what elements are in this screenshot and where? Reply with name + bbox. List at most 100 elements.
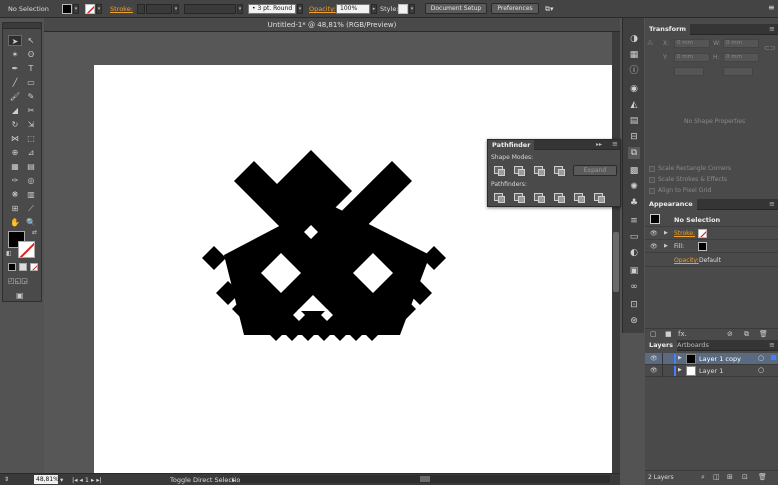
transform-panel-icon[interactable]: ⊟ bbox=[628, 131, 640, 143]
pathfinder-tab[interactable]: Pathfinder bbox=[488, 140, 535, 150]
left-ear-diamond[interactable] bbox=[202, 246, 226, 270]
rotate-tool-icon[interactable]: ↻ bbox=[8, 119, 22, 130]
screen-mode-icon[interactable]: ▣ bbox=[16, 291, 24, 300]
variable-width-dropdown[interactable]: ▾ bbox=[237, 4, 243, 14]
appearance-stroke-row[interactable]: 👁 ▶ Stroke: bbox=[645, 227, 778, 240]
swatches-panel-icon[interactable]: ▩ bbox=[628, 165, 640, 177]
arrange-documents-icon[interactable]: ⧉▾ bbox=[545, 5, 554, 14]
zoom-dropdown-icon[interactable]: ▾ bbox=[60, 476, 63, 484]
appearance-fill-swatch[interactable] bbox=[698, 242, 707, 251]
width-tool-icon[interactable]: ⋈ bbox=[8, 133, 22, 144]
scale-corners-checkbox[interactable] bbox=[649, 166, 655, 172]
none-mode-icon[interactable] bbox=[30, 263, 38, 271]
style-swatch[interactable] bbox=[398, 4, 408, 14]
x-field[interactable]: 0 mm bbox=[674, 39, 710, 48]
scale-tool-icon[interactable]: ⇲ bbox=[24, 119, 38, 130]
layer-name[interactable]: Layer 1 copy bbox=[699, 355, 741, 363]
preferences-button[interactable]: Preferences bbox=[491, 3, 539, 14]
add-effect-icon[interactable]: fx. bbox=[678, 330, 687, 338]
fill-swatch[interactable] bbox=[62, 4, 72, 14]
add-stroke-icon[interactable]: ▢ bbox=[650, 330, 657, 338]
selection-tool-icon[interactable]: ➤ bbox=[8, 35, 22, 46]
scale-strokes-checkbox[interactable] bbox=[649, 177, 655, 183]
add-fill-icon[interactable]: ■ bbox=[665, 330, 672, 338]
target-circle-icon[interactable]: ○ bbox=[758, 366, 764, 374]
transform-tab[interactable]: Transform bbox=[645, 24, 691, 35]
duplicate-item-icon[interactable]: ⧉ bbox=[744, 330, 749, 339]
color-guide-icon[interactable]: ▦ bbox=[628, 49, 640, 61]
zoom-tool-icon[interactable]: 🔍 bbox=[24, 217, 38, 228]
appearance-opacity-label[interactable]: Opacity: bbox=[674, 257, 699, 264]
graphic-styles-icon[interactable]: ◭ bbox=[628, 99, 640, 111]
pathfinder-header[interactable]: Pathfinder ▸▸ ≡ bbox=[488, 140, 620, 150]
navigator-panel-icon[interactable]: ⊛ bbox=[628, 315, 640, 327]
layer-row[interactable]: 👁 ▶ Layer 1 copy ○ bbox=[645, 353, 778, 365]
swap-fill-stroke-icon[interactable]: ⇄ bbox=[32, 229, 37, 236]
new-layer-icon[interactable]: ⊡ bbox=[742, 473, 748, 481]
appearance-menu-icon[interactable]: ≡ bbox=[769, 200, 775, 208]
stroke-weight-dropdown[interactable]: ▾ bbox=[173, 4, 179, 14]
clipping-mask-icon[interactable]: ◫ bbox=[713, 473, 720, 481]
delete-layer-icon[interactable]: 🗑 bbox=[758, 473, 767, 481]
stroke-color-box[interactable] bbox=[18, 241, 35, 258]
layers-panel-icon[interactable]: ▤ bbox=[628, 115, 640, 127]
blob-brush-tool-icon[interactable]: ◢ bbox=[8, 105, 22, 116]
appearance-stroke-swatch[interactable] bbox=[698, 229, 707, 238]
opacity-label[interactable]: Opacity: bbox=[309, 5, 336, 13]
expand-arrow-icon[interactable]: ▶ bbox=[664, 243, 668, 249]
artboards-panel-icon[interactable]: ⊡ bbox=[628, 299, 640, 311]
visibility-eye-icon[interactable]: 👁 bbox=[650, 230, 658, 237]
expand-arrow-icon[interactable]: ▶ bbox=[678, 367, 682, 373]
transform-menu-icon[interactable]: ≡ bbox=[769, 25, 775, 33]
artboard-tool-icon[interactable]: ⊞ bbox=[8, 203, 22, 214]
expand-arrow-icon[interactable]: ▶ bbox=[678, 355, 682, 361]
merge-icon[interactable] bbox=[534, 193, 545, 203]
rotate-field[interactable] bbox=[674, 67, 704, 76]
info-panel-icon[interactable]: ⓘ bbox=[628, 65, 640, 77]
drawing-mode-icon[interactable]: ◰◱◲ bbox=[8, 277, 28, 285]
stroke-dropdown[interactable]: ▾ bbox=[96, 4, 102, 14]
visibility-eye-icon[interactable]: 👁 bbox=[650, 243, 658, 250]
perspective-grid-tool-icon[interactable]: ⊿ bbox=[24, 147, 38, 158]
artboard-nav-icons[interactable]: |◂ ◂ 1 ▸ ▸| bbox=[72, 476, 102, 484]
intersect-icon[interactable] bbox=[534, 166, 545, 176]
skull-artwork[interactable] bbox=[94, 65, 612, 473]
transparency-panel-icon[interactable]: ◐ bbox=[628, 247, 640, 259]
line-tool-icon[interactable]: ╱ bbox=[8, 77, 22, 88]
image-trace-icon[interactable]: ▣ bbox=[628, 265, 640, 277]
locate-object-icon[interactable]: ⌕ bbox=[701, 473, 705, 482]
align-pixel-checkbox[interactable] bbox=[649, 188, 655, 194]
appearance-tab[interactable]: Appearance bbox=[645, 199, 697, 210]
opacity-dropdown[interactable]: ▸ bbox=[371, 4, 377, 14]
eraser-tool-icon[interactable]: ✂ bbox=[24, 105, 38, 116]
exclude-icon[interactable] bbox=[554, 166, 565, 176]
brushes-panel-icon[interactable]: ✺ bbox=[628, 181, 640, 193]
mesh-tool-icon[interactable]: ▦ bbox=[8, 161, 22, 172]
layers-header[interactable]: Layers Artboards ≡ bbox=[645, 340, 778, 351]
lasso-tool-icon[interactable]: ʘ bbox=[24, 49, 38, 60]
stroke-panel-icon[interactable]: ≡ bbox=[628, 215, 640, 227]
style-dropdown[interactable]: ▾ bbox=[409, 4, 415, 14]
horizontal-scroll-thumb[interactable] bbox=[420, 476, 430, 482]
divide-icon[interactable] bbox=[494, 193, 505, 203]
color-panel-icon[interactable]: ◑ bbox=[628, 33, 640, 45]
expand-arrow-icon[interactable]: ▶ bbox=[664, 230, 668, 236]
visibility-eye-icon[interactable]: 👁 bbox=[650, 367, 658, 374]
minus-front-icon[interactable] bbox=[514, 166, 525, 176]
crop-icon[interactable] bbox=[554, 193, 565, 203]
paintbrush-tool-icon[interactable]: 🖌 bbox=[8, 91, 22, 102]
shear-field[interactable] bbox=[723, 67, 753, 76]
hand-tool-icon[interactable]: ✋ bbox=[8, 217, 22, 228]
horizontal-scrollbar[interactable] bbox=[240, 475, 610, 483]
trim-icon[interactable] bbox=[514, 193, 525, 203]
layer-name[interactable]: Layer 1 bbox=[699, 367, 723, 375]
fill-dropdown[interactable]: ▾ bbox=[73, 4, 79, 14]
constrain-proportions-icon[interactable]: ⊂⊃ bbox=[764, 44, 776, 52]
stroke-swatch[interactable] bbox=[85, 4, 95, 14]
document-tab[interactable]: Untitled-1* @ 48,81% (RGB/Preview) bbox=[44, 18, 620, 32]
stroke-stepper[interactable] bbox=[137, 4, 145, 14]
layer-row[interactable]: 👁 ▶ Layer 1 ○ bbox=[645, 365, 778, 377]
h-field[interactable]: 0 mm bbox=[723, 53, 759, 62]
brush-dropdown[interactable]: ▾ bbox=[297, 4, 303, 14]
zoom-stepper-icon[interactable]: ⇕ bbox=[4, 476, 9, 483]
